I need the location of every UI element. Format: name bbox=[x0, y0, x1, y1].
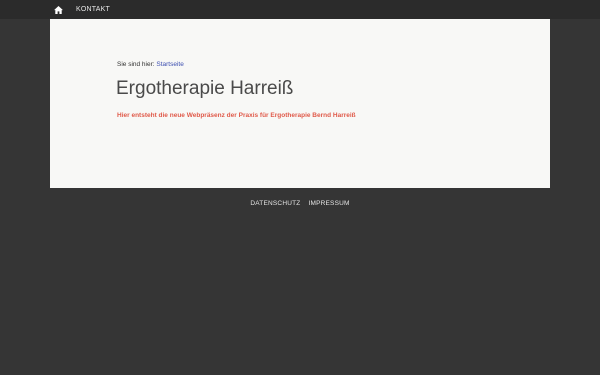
home-icon bbox=[53, 5, 63, 14]
main-content: Sie sind hier: Startseite Ergotherapie H… bbox=[50, 19, 550, 188]
home-link[interactable] bbox=[50, 0, 66, 19]
footer-link-datenschutz[interactable]: DATENSCHUTZ bbox=[250, 200, 300, 207]
tagline: Hier entsteht die neue Webpräsenz der Pr… bbox=[117, 112, 356, 119]
breadcrumb: Sie sind hier: Startseite bbox=[117, 61, 184, 68]
footer-link-impressum[interactable]: IMPRESSUM bbox=[308, 200, 349, 207]
nav-item-kontakt[interactable]: KONTAKT bbox=[76, 0, 110, 19]
page-title: Ergotherapie Harreiß bbox=[116, 78, 294, 99]
top-navigation: KONTAKT bbox=[0, 0, 600, 19]
breadcrumb-prefix: Sie sind hier: bbox=[117, 61, 155, 68]
footer-navigation: DATENSCHUTZ IMPRESSUM bbox=[0, 200, 600, 207]
breadcrumb-link-startseite[interactable]: Startseite bbox=[156, 61, 183, 68]
